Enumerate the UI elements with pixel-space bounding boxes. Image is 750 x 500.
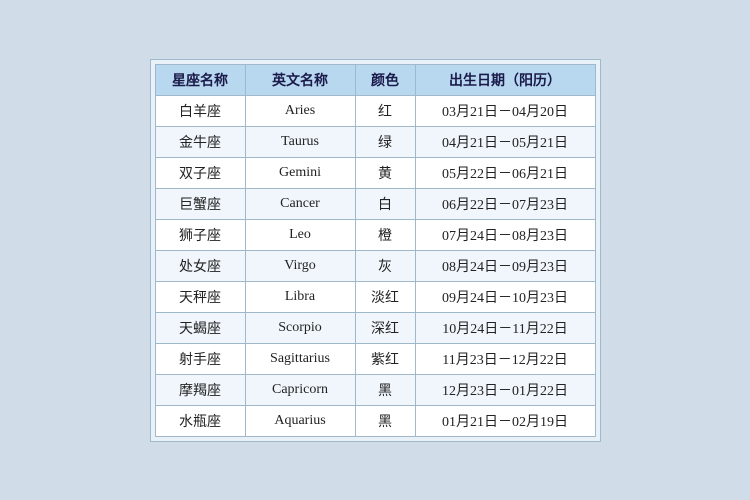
table-row: 水瓶座Aquarius黑01月21日－02月19日: [155, 405, 595, 436]
cell-english: Taurus: [245, 126, 355, 157]
cell-date: 05月22日－06月21日: [415, 157, 595, 188]
cell-color: 红: [355, 95, 415, 126]
cell-chinese: 摩羯座: [155, 374, 245, 405]
cell-date: 08月24日－09月23日: [415, 250, 595, 281]
cell-date: 03月21日－04月20日: [415, 95, 595, 126]
table-row: 处女座Virgo灰08月24日－09月23日: [155, 250, 595, 281]
cell-color: 紫红: [355, 343, 415, 374]
cell-color: 黄: [355, 157, 415, 188]
zodiac-table: 星座名称 英文名称 颜色 出生日期（阳历） 白羊座Aries红03月21日－04…: [155, 64, 596, 437]
cell-color: 深红: [355, 312, 415, 343]
cell-date: 06月22日－07月23日: [415, 188, 595, 219]
table-row: 天秤座Libra淡红09月24日－10月23日: [155, 281, 595, 312]
cell-color: 黑: [355, 374, 415, 405]
header-date: 出生日期（阳历）: [415, 64, 595, 95]
cell-english: Aries: [245, 95, 355, 126]
cell-date: 12月23日－01月22日: [415, 374, 595, 405]
cell-english: Aquarius: [245, 405, 355, 436]
cell-date: 09月24日－10月23日: [415, 281, 595, 312]
table-row: 狮子座Leo橙07月24日－08月23日: [155, 219, 595, 250]
table-row: 天蝎座Scorpio深红10月24日－11月22日: [155, 312, 595, 343]
cell-english: Capricorn: [245, 374, 355, 405]
table-row: 金牛座Taurus绿04月21日－05月21日: [155, 126, 595, 157]
cell-english: Sagittarius: [245, 343, 355, 374]
cell-date: 04月21日－05月21日: [415, 126, 595, 157]
cell-date: 01月21日－02月19日: [415, 405, 595, 436]
header-color: 颜色: [355, 64, 415, 95]
table-row: 白羊座Aries红03月21日－04月20日: [155, 95, 595, 126]
cell-color: 黑: [355, 405, 415, 436]
cell-chinese: 巨蟹座: [155, 188, 245, 219]
cell-color: 白: [355, 188, 415, 219]
table-header-row: 星座名称 英文名称 颜色 出生日期（阳历）: [155, 64, 595, 95]
cell-date: 11月23日－12月22日: [415, 343, 595, 374]
cell-chinese: 金牛座: [155, 126, 245, 157]
cell-color: 灰: [355, 250, 415, 281]
cell-english: Scorpio: [245, 312, 355, 343]
zodiac-table-container: 星座名称 英文名称 颜色 出生日期（阳历） 白羊座Aries红03月21日－04…: [150, 59, 601, 442]
cell-color: 绿: [355, 126, 415, 157]
cell-chinese: 狮子座: [155, 219, 245, 250]
cell-english: Gemini: [245, 157, 355, 188]
table-row: 巨蟹座Cancer白06月22日－07月23日: [155, 188, 595, 219]
cell-color: 橙: [355, 219, 415, 250]
cell-date: 10月24日－11月22日: [415, 312, 595, 343]
table-body: 白羊座Aries红03月21日－04月20日金牛座Taurus绿04月21日－0…: [155, 95, 595, 436]
cell-chinese: 水瓶座: [155, 405, 245, 436]
cell-chinese: 处女座: [155, 250, 245, 281]
cell-english: Leo: [245, 219, 355, 250]
cell-chinese: 天秤座: [155, 281, 245, 312]
header-english: 英文名称: [245, 64, 355, 95]
cell-chinese: 天蝎座: [155, 312, 245, 343]
table-row: 双子座Gemini黄05月22日－06月21日: [155, 157, 595, 188]
cell-chinese: 白羊座: [155, 95, 245, 126]
cell-english: Virgo: [245, 250, 355, 281]
cell-english: Libra: [245, 281, 355, 312]
cell-english: Cancer: [245, 188, 355, 219]
table-row: 摩羯座Capricorn黑12月23日－01月22日: [155, 374, 595, 405]
cell-chinese: 双子座: [155, 157, 245, 188]
cell-date: 07月24日－08月23日: [415, 219, 595, 250]
cell-color: 淡红: [355, 281, 415, 312]
table-row: 射手座Sagittarius紫红11月23日－12月22日: [155, 343, 595, 374]
cell-chinese: 射手座: [155, 343, 245, 374]
header-chinese: 星座名称: [155, 64, 245, 95]
